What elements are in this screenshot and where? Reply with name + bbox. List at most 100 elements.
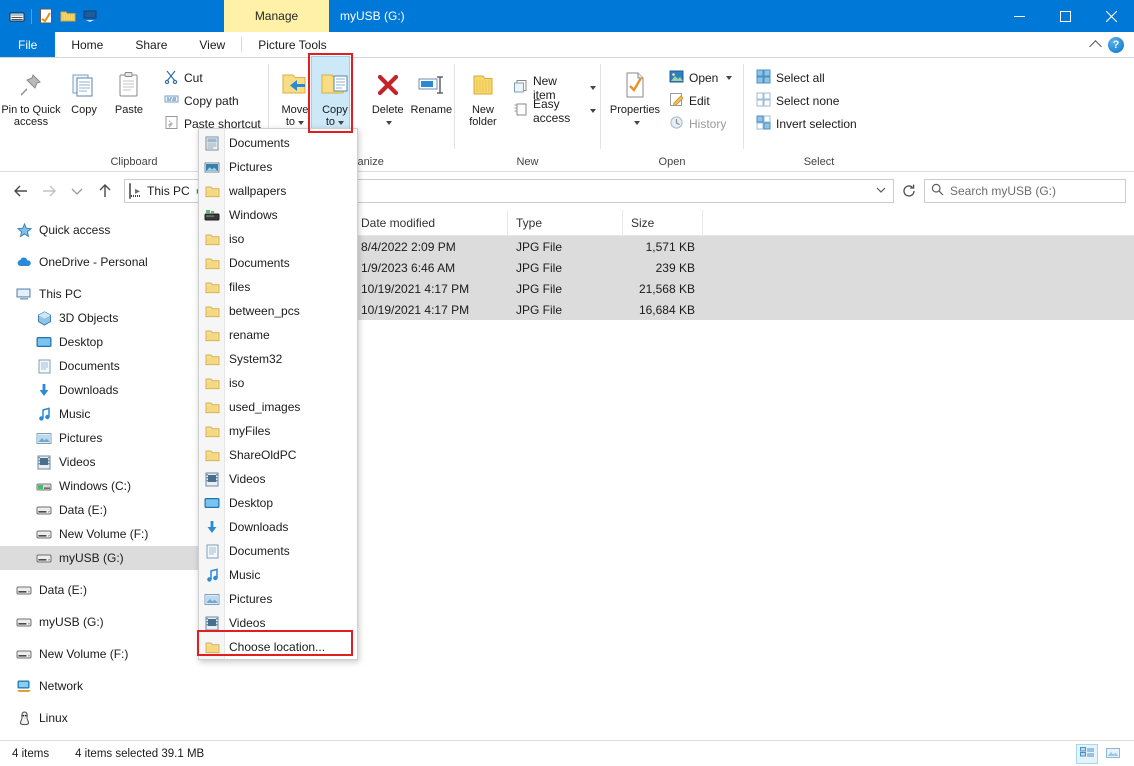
- delete-button[interactable]: Delete: [367, 64, 409, 128]
- new-folder-button[interactable]: New folder: [463, 64, 503, 128]
- menu-item-used-images[interactable]: used_images: [199, 395, 357, 419]
- menu-item-pictures[interactable]: Pictures: [199, 587, 357, 611]
- menu-item-videos[interactable]: Videos: [199, 611, 357, 635]
- refresh-button[interactable]: [896, 178, 922, 204]
- explorer-icon[interactable]: [6, 4, 28, 28]
- copy-to-button[interactable]: Copy to: [315, 64, 355, 128]
- menu-item-myfiles[interactable]: myFiles: [199, 419, 357, 443]
- properties-icon[interactable]: [35, 4, 57, 28]
- sidebar-item-data-e[interactable]: Data (E:): [0, 498, 198, 522]
- pin-to-quick-access-button[interactable]: Pin to Quick access: [0, 64, 62, 128]
- menu-item-documents[interactable]: Documents: [199, 539, 357, 563]
- open-label: Open: [689, 71, 719, 85]
- sidebar-item-documents[interactable]: Documents: [0, 354, 198, 378]
- column-header-type[interactable]: Type: [508, 209, 623, 236]
- sidebar-item-myusb-g[interactable]: myUSB (G:): [0, 610, 198, 634]
- quick-access-toolbar: [0, 0, 101, 32]
- sidebar-item-new-volume-f[interactable]: New Volume (F:): [0, 642, 198, 666]
- menu-item-rename[interactable]: rename: [199, 323, 357, 347]
- sidebar-item-label: Data (E:): [59, 503, 108, 517]
- address-dropdown-icon[interactable]: [875, 184, 887, 198]
- properties-button[interactable]: Properties: [607, 64, 663, 128]
- edit-button[interactable]: Edit: [665, 91, 736, 111]
- new-folder-icon[interactable]: [57, 4, 79, 28]
- tab-file[interactable]: File: [0, 32, 56, 57]
- help-icon[interactable]: ?: [1108, 37, 1124, 53]
- menu-item-downloads[interactable]: Downloads: [199, 515, 357, 539]
- manage-contextual-tab[interactable]: Manage: [224, 0, 329, 32]
- sidebar-item-myusb-g[interactable]: myUSB (G:): [0, 546, 198, 570]
- customize-quick-access-icon[interactable]: [79, 4, 101, 28]
- sidebar-item-linux[interactable]: Linux: [0, 706, 198, 730]
- select-all-button[interactable]: Select all: [752, 68, 861, 88]
- sidebar-item-3d-objects[interactable]: 3D Objects: [0, 306, 198, 330]
- search-placeholder: Search myUSB (G:): [950, 184, 1057, 198]
- close-button[interactable]: [1088, 0, 1134, 32]
- select-none-button[interactable]: Select none: [752, 91, 861, 111]
- invert-selection-button[interactable]: Invert selection: [752, 114, 861, 134]
- menu-item-documents[interactable]: Documents: [199, 251, 357, 275]
- collapse-ribbon-icon[interactable]: [1089, 40, 1102, 53]
- history-button[interactable]: History: [665, 114, 736, 134]
- delete-dropdown-caret[interactable]: [383, 116, 393, 128]
- sidebar-item-windows-c[interactable]: Windows (C:): [0, 474, 198, 498]
- sidebar-item-desktop[interactable]: Desktop: [0, 330, 198, 354]
- details-view-button[interactable]: [1076, 743, 1098, 764]
- move-to-button[interactable]: Move to: [275, 64, 315, 128]
- copy-path-button[interactable]: Copy path: [160, 91, 265, 111]
- new-item-button[interactable]: New item: [509, 74, 600, 102]
- maximize-button[interactable]: [1042, 0, 1088, 32]
- menu-item-videos[interactable]: Videos: [199, 467, 357, 491]
- back-button[interactable]: [8, 178, 34, 204]
- forward-button[interactable]: [36, 178, 62, 204]
- tab-picture-tools[interactable]: Picture Tools: [242, 32, 342, 57]
- sidebar-item-downloads[interactable]: Downloads: [0, 378, 198, 402]
- copy-button[interactable]: Copy: [62, 64, 106, 116]
- menu-item-files[interactable]: files: [199, 275, 357, 299]
- menu-item-wallpapers[interactable]: wallpapers: [199, 179, 357, 203]
- tab-home[interactable]: Home: [55, 32, 120, 57]
- menu-item-iso[interactable]: iso: [199, 227, 357, 251]
- rename-button[interactable]: Rename: [409, 64, 454, 116]
- search-input[interactable]: Search myUSB (G:): [924, 179, 1126, 203]
- easy-access-button[interactable]: Easy access: [509, 97, 600, 125]
- menu-item-pictures[interactable]: Pictures: [199, 155, 357, 179]
- sidebar-item-quick-access[interactable]: Quick access: [0, 218, 198, 242]
- sidebar-item-new-volume-f[interactable]: New Volume (F:): [0, 522, 198, 546]
- recent-locations-button[interactable]: [64, 178, 90, 204]
- open-button[interactable]: Open: [665, 68, 736, 88]
- menu-item-desktop[interactable]: Desktop: [199, 491, 357, 515]
- minimize-button[interactable]: [996, 0, 1042, 32]
- menu-item-windows[interactable]: Windows: [199, 203, 357, 227]
- menu-item-documents[interactable]: Documents: [199, 131, 357, 155]
- move-to-label-line1: Move: [281, 104, 309, 116]
- sidebar-item-this-pc[interactable]: This PC: [0, 282, 198, 306]
- breadcrumb-this-pc[interactable]: This PC: [144, 184, 193, 198]
- cut-button[interactable]: Cut: [160, 68, 265, 88]
- menu-item-music[interactable]: Music: [199, 563, 357, 587]
- up-button[interactable]: [92, 178, 118, 204]
- paste-button[interactable]: Paste: [106, 64, 152, 116]
- menu-item-choose-location[interactable]: Choose location...: [199, 635, 357, 659]
- sidebar-item-music[interactable]: Music: [0, 402, 198, 426]
- large-icons-view-button[interactable]: [1102, 744, 1124, 764]
- menu-item-between-pcs[interactable]: between_pcs: [199, 299, 357, 323]
- menu-item-shareoldpc[interactable]: ShareOldPC: [199, 443, 357, 467]
- cell-size: 21,568 KB: [638, 281, 695, 296]
- downloads-icon: [204, 519, 220, 535]
- menu-item-iso[interactable]: iso: [199, 371, 357, 395]
- tab-share[interactable]: Share: [119, 32, 183, 57]
- tab-view[interactable]: View: [183, 32, 241, 57]
- sidebar-item-network[interactable]: Network: [0, 674, 198, 698]
- nav-group-spacer: [0, 698, 198, 706]
- column-header-date-modified[interactable]: Date modified: [353, 209, 508, 236]
- sidebar-item-onedrive-personal[interactable]: OneDrive - Personal: [0, 250, 198, 274]
- menu-item-label: Pictures: [229, 592, 273, 606]
- sidebar-item-videos[interactable]: Videos: [0, 450, 198, 474]
- properties-dropdown-caret[interactable]: [631, 116, 640, 128]
- move-to-icon: [279, 68, 311, 102]
- column-header-size[interactable]: Size: [623, 209, 703, 236]
- sidebar-item-pictures[interactable]: Pictures: [0, 426, 198, 450]
- menu-item-system32[interactable]: System32: [199, 347, 357, 371]
- sidebar-item-data-e[interactable]: Data (E:): [0, 578, 198, 602]
